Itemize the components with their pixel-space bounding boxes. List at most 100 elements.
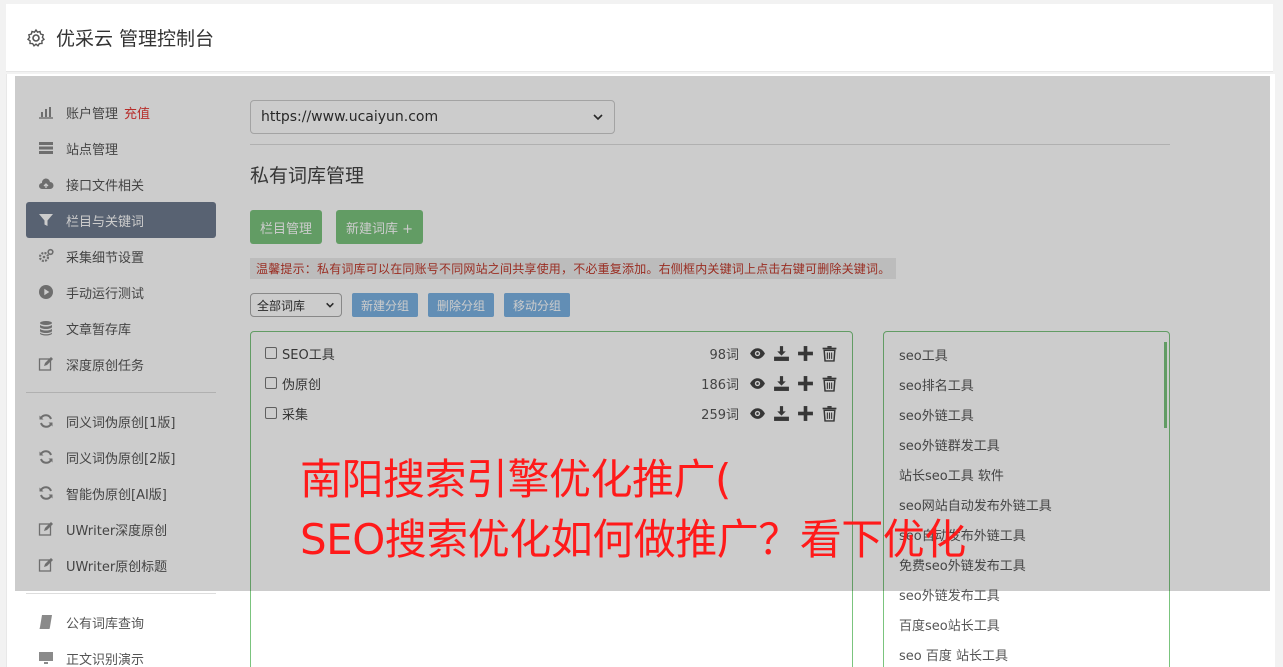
library-checkbox[interactable] bbox=[265, 347, 277, 359]
headline-line-1: 南阳搜索引擎优化推广( bbox=[300, 455, 731, 504]
sidebar-item-label: 公有词库查询 bbox=[66, 616, 145, 632]
sidebar-item-label: 站点管理 bbox=[66, 142, 119, 158]
sidebar: 账户管理 充值 站点管理 接口文件相关 栏目与关键词 采集细节设置 手动运行测试… bbox=[26, 94, 216, 667]
library-checkbox[interactable] bbox=[265, 407, 277, 419]
library-group-select[interactable]: 全部词库 bbox=[250, 293, 342, 317]
sidebar-item-label: 采集细节设置 bbox=[66, 250, 145, 266]
edit-icon bbox=[38, 521, 54, 537]
sidebar-item-label: 栏目与关键词 bbox=[66, 214, 145, 230]
sidebar-item-api-files[interactable]: 接口文件相关 bbox=[26, 166, 216, 202]
plus-icon[interactable] bbox=[797, 345, 814, 362]
library-name: 伪原创 bbox=[282, 377, 322, 393]
download-icon[interactable] bbox=[773, 345, 790, 362]
sidebar-item-label: 智能伪原创[AI版] bbox=[66, 487, 167, 503]
cloud-upload-icon bbox=[38, 176, 54, 192]
sidebar-item-synonym-v1[interactable]: 同义词伪原创[1版] bbox=[26, 403, 216, 439]
sidebar-divider bbox=[26, 392, 216, 393]
database-icon bbox=[38, 320, 54, 336]
sidebar-item-account[interactable]: 账户管理 充值 bbox=[26, 94, 216, 130]
group-toolbar: 全部词库 新建分组 删除分组 移动分组 bbox=[250, 293, 1170, 317]
keyword-item[interactable]: seo外链发布工具 bbox=[899, 582, 1052, 612]
sidebar-item-uwriter-deep[interactable]: UWriter深度原创 bbox=[26, 511, 216, 547]
monitor-icon bbox=[38, 650, 54, 666]
sidebar-item-collect-settings[interactable]: 采集细节设置 bbox=[26, 238, 216, 274]
plus-icon[interactable] bbox=[797, 405, 814, 422]
sidebar-item-label: 同义词伪原创[1版] bbox=[66, 415, 176, 431]
server-icon bbox=[38, 140, 54, 156]
gear-icon bbox=[26, 28, 46, 47]
app-title: 优采云 管理控制台 bbox=[56, 28, 215, 50]
sidebar-item-label: 正文识别演示 bbox=[66, 652, 145, 667]
library-row[interactable]: 伪原创 186词 bbox=[265, 368, 838, 398]
library-row[interactable]: 采集 259词 bbox=[265, 398, 838, 428]
sidebar-item-label: 接口文件相关 bbox=[66, 178, 145, 194]
library-count: 98词 bbox=[709, 347, 739, 363]
sidebar-item-label: 深度原创任务 bbox=[66, 358, 145, 374]
scrollbar[interactable] bbox=[1164, 342, 1167, 428]
book-icon bbox=[38, 614, 54, 630]
sidebar-item-article-store[interactable]: 文章暂存库 bbox=[26, 310, 216, 346]
sidebar-divider bbox=[26, 593, 216, 594]
sidebar-item-columns-keywords[interactable]: 栏目与关键词 bbox=[26, 202, 216, 238]
trash-icon[interactable] bbox=[821, 375, 838, 392]
library-count: 259词 bbox=[701, 407, 739, 423]
move-group-button[interactable]: 移动分组 bbox=[504, 293, 571, 317]
trash-icon[interactable] bbox=[821, 345, 838, 362]
refresh-icon bbox=[38, 485, 54, 501]
gears-icon bbox=[38, 248, 54, 264]
download-icon[interactable] bbox=[773, 375, 790, 392]
library-name: 采集 bbox=[282, 407, 309, 423]
refresh-icon bbox=[38, 449, 54, 465]
sidebar-item-sites[interactable]: 站点管理 bbox=[26, 130, 216, 166]
page-title: 私有词库管理 bbox=[250, 165, 365, 187]
keyword-item[interactable]: seo 百度 站长工具 bbox=[899, 642, 1052, 667]
keyword-item[interactable]: seo工具 bbox=[899, 342, 1052, 372]
sidebar-item-ai-rewrite[interactable]: 智能伪原创[AI版] bbox=[26, 475, 216, 511]
group-select-value: 全部词库 bbox=[257, 298, 306, 313]
library-row[interactable]: SEO工具 98词 bbox=[265, 338, 838, 368]
bar-chart-icon bbox=[38, 104, 54, 120]
overlay-headline: 南阳搜索引擎优化推广( SEO搜索优化如何做推广？看下优化 bbox=[300, 450, 966, 570]
site-select[interactable]: https://www.ucaiyun.com bbox=[250, 100, 615, 134]
refresh-icon bbox=[38, 413, 54, 429]
keyword-item[interactable]: 百度seo站长工具 bbox=[899, 612, 1052, 642]
edit-icon bbox=[38, 356, 54, 372]
library-count: 186词 bbox=[701, 377, 739, 393]
new-group-button[interactable]: 新建分组 bbox=[352, 293, 419, 317]
main-content: https://www.ucaiyun.com 私有词库管理 栏目管理 新建词库… bbox=[250, 100, 1170, 317]
column-manage-button[interactable]: 栏目管理 bbox=[250, 210, 323, 244]
sidebar-item-label: UWriter深度原创 bbox=[66, 523, 168, 539]
site-select-value: https://www.ucaiyun.com bbox=[261, 109, 439, 125]
plus-icon[interactable] bbox=[797, 375, 814, 392]
library-checkbox[interactable] bbox=[265, 377, 277, 389]
sidebar-item-manual-run[interactable]: 手动运行测试 bbox=[26, 274, 216, 310]
library-name: SEO工具 bbox=[282, 347, 335, 363]
recharge-link[interactable]: 充值 bbox=[124, 103, 150, 122]
sidebar-item-label: 同义词伪原创[2版] bbox=[66, 451, 176, 467]
tip-text: 温馨提示：私有词库可以在同账号不同网站之间共享使用，不必重复添加。右侧框内关键词… bbox=[250, 258, 897, 279]
trash-icon[interactable] bbox=[821, 405, 838, 422]
sidebar-item-text-recognition[interactable]: 正文识别演示 bbox=[26, 640, 216, 667]
sidebar-item-synonym-v2[interactable]: 同义词伪原创[2版] bbox=[26, 439, 216, 475]
eye-icon[interactable] bbox=[749, 345, 766, 362]
chevron-down-icon bbox=[593, 114, 603, 121]
keyword-item[interactable]: seo排名工具 bbox=[899, 372, 1052, 402]
sidebar-item-label: UWriter原创标题 bbox=[66, 559, 168, 575]
chevron-down-icon bbox=[326, 302, 334, 308]
divider bbox=[250, 144, 1170, 145]
eye-icon[interactable] bbox=[749, 405, 766, 422]
eye-icon[interactable] bbox=[749, 375, 766, 392]
sidebar-item-deep-original[interactable]: 深度原创任务 bbox=[26, 346, 216, 382]
headline-line-2: SEO搜索优化如何做推广？看下优化 bbox=[300, 515, 966, 564]
sidebar-item-uwriter-title[interactable]: UWriter原创标题 bbox=[26, 547, 216, 583]
download-icon[interactable] bbox=[773, 405, 790, 422]
top-bar: 优采云 管理控制台 bbox=[6, 4, 1273, 72]
edit-icon bbox=[38, 557, 54, 573]
delete-group-button[interactable]: 删除分组 bbox=[428, 293, 495, 317]
keyword-item[interactable]: seo外链工具 bbox=[899, 402, 1052, 432]
sidebar-item-label: 文章暂存库 bbox=[66, 322, 132, 338]
sidebar-item-label: 手动运行测试 bbox=[66, 286, 145, 302]
new-library-button[interactable]: 新建词库 + bbox=[336, 210, 424, 244]
sidebar-item-label: 账户管理 bbox=[66, 106, 119, 122]
sidebar-item-public-library[interactable]: 公有词库查询 bbox=[26, 604, 216, 640]
